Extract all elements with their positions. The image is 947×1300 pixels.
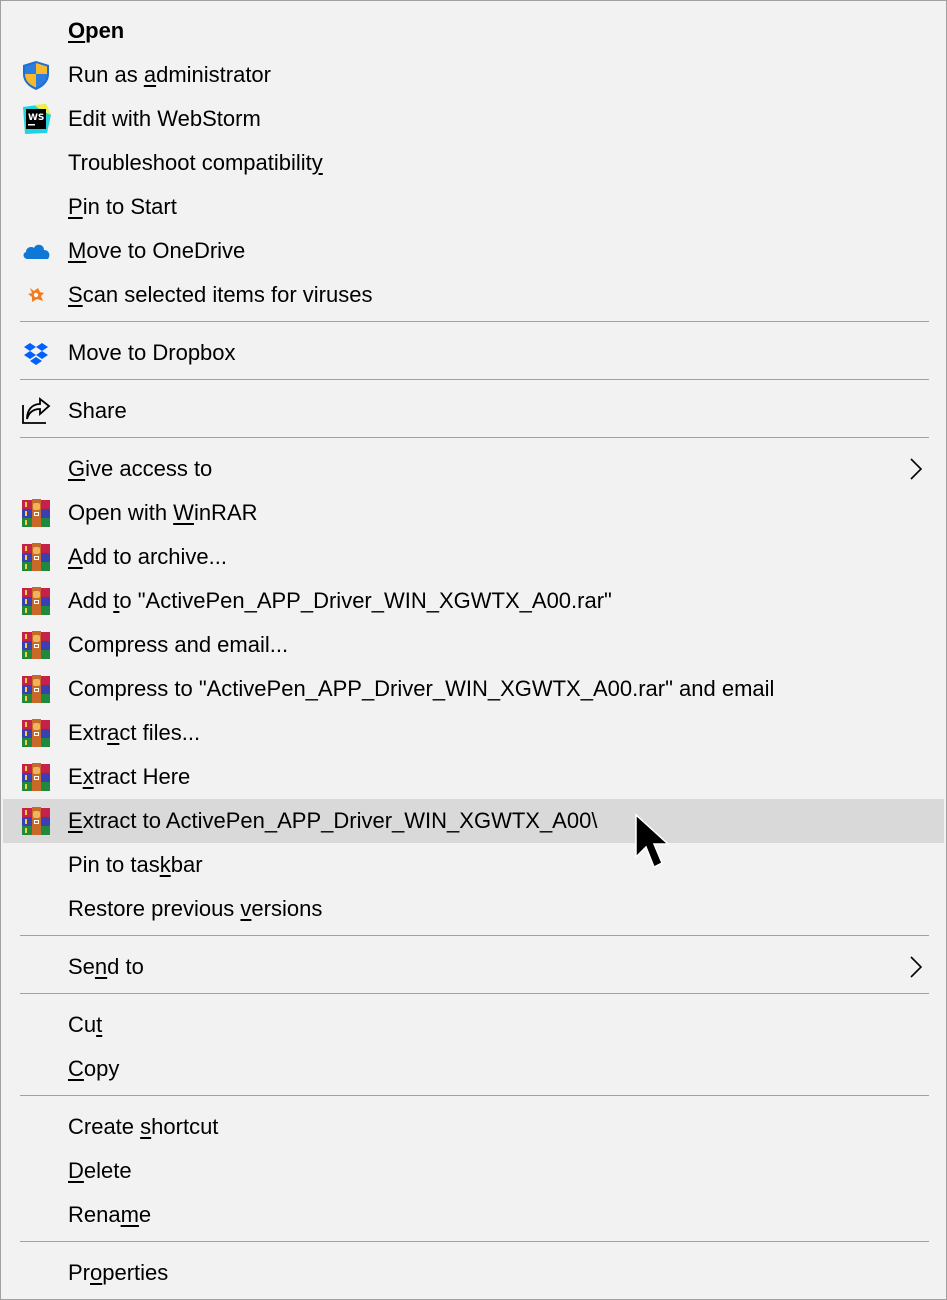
menu-item-label: Share — [68, 398, 127, 423]
menu-item-label: Extract Here — [68, 764, 191, 789]
menu-item-label: Move to Dropbox — [68, 340, 236, 365]
menu-item-label: Rename — [68, 1202, 152, 1227]
menu-item-label: Pin to Start — [68, 194, 177, 219]
menu-item-compress-to-rar-email[interactable]: Compress to "ActivePen_APP_Driver_WIN_XG… — [3, 667, 944, 711]
menu-separator — [20, 321, 929, 322]
menu-item-label: Add to "ActivePen_APP_Driver_WIN_XGWTX_A… — [68, 588, 612, 613]
menu-item-move-onedrive[interactable]: Move to OneDrive — [3, 229, 944, 273]
menu-item-label: Run as administrator — [68, 62, 271, 87]
menu-item-label: Scan selected items for viruses — [68, 282, 373, 307]
menu-item-add-to-rar[interactable]: Add to "ActivePen_APP_Driver_WIN_XGWTX_A… — [3, 579, 944, 623]
menu-item-open[interactable]: Open — [3, 9, 944, 53]
menu-item-pin-taskbar[interactable]: Pin to taskbar — [3, 843, 944, 887]
menu-item-edit-webstorm[interactable]: WS Edit with WebStorm — [3, 97, 944, 141]
menu-item-label: Copy — [68, 1056, 120, 1081]
menu-item-troubleshoot[interactable]: Troubleshoot compatibility — [3, 141, 944, 185]
menu-item-give-access[interactable]: Give access to — [3, 447, 944, 491]
winrar-icon — [20, 673, 52, 705]
menu-item-compress-email[interactable]: Compress and email... — [3, 623, 944, 667]
menu-item-cut[interactable]: Cut — [3, 1003, 944, 1047]
menu-item-properties[interactable]: Properties — [3, 1251, 944, 1295]
menu-separator — [20, 935, 929, 936]
menu-item-copy[interactable]: Copy — [3, 1047, 944, 1091]
winrar-icon — [20, 497, 52, 529]
menu-item-create-shortcut[interactable]: Create shortcut — [3, 1105, 944, 1149]
menu-separator — [20, 379, 929, 380]
svg-text:WS: WS — [28, 113, 44, 123]
winrar-icon — [20, 585, 52, 617]
menu-item-label: Send to — [68, 954, 144, 979]
menu-item-send-to[interactable]: Send to — [3, 945, 944, 989]
menu-separator — [20, 1241, 929, 1242]
menu-item-extract-to-folder[interactable]: Extract to ActivePen_APP_Driver_WIN_XGWT… — [3, 799, 944, 843]
menu-item-open-winrar[interactable]: Open with WinRAR — [3, 491, 944, 535]
menu-item-move-dropbox[interactable]: Move to Dropbox — [3, 331, 944, 375]
menu-separator — [20, 1095, 929, 1096]
menu-item-label: Delete — [68, 1158, 132, 1183]
chevron-right-icon — [909, 457, 923, 481]
menu-item-label: Add to archive... — [68, 544, 227, 569]
menu-item-label: Create shortcut — [68, 1114, 219, 1139]
menu-item-share[interactable]: Share — [3, 389, 944, 433]
menu-separator — [20, 437, 929, 438]
menu-item-label: Give access to — [68, 456, 213, 481]
winrar-icon — [20, 761, 52, 793]
context-menu: Open Run as administrator WS Edit with WebS… — [0, 0, 947, 1300]
menu-separator — [20, 993, 929, 994]
mouse-cursor-icon — [635, 813, 670, 869]
winrar-icon — [20, 805, 52, 837]
menu-item-add-archive[interactable]: Add to archive... — [3, 535, 944, 579]
menu-item-label: Extract to ActivePen_APP_Driver_WIN_XGWT… — [68, 808, 598, 833]
menu-item-label: Open — [68, 18, 125, 43]
share-icon — [20, 395, 52, 427]
menu-item-label: Compress and email... — [68, 632, 289, 657]
chevron-right-icon — [909, 955, 923, 979]
menu-item-pin-start[interactable]: Pin to Start — [3, 185, 944, 229]
menu-item-extract-here[interactable]: Extract Here — [3, 755, 944, 799]
menu-item-scan-viruses[interactable]: Scan selected items for viruses — [3, 273, 944, 317]
menu-item-label: Cut — [68, 1012, 103, 1037]
menu-item-run-as-admin[interactable]: Run as administrator — [3, 53, 944, 97]
menu-item-label: Compress to "ActivePen_APP_Driver_WIN_XG… — [68, 676, 775, 701]
menu-item-restore-versions[interactable]: Restore previous versions — [3, 887, 944, 931]
menu-item-delete[interactable]: Delete — [3, 1149, 944, 1193]
dropbox-icon — [20, 337, 52, 369]
winrar-icon — [20, 717, 52, 749]
menu-item-label: Extract files... — [68, 720, 201, 745]
menu-item-label: Pin to taskbar — [68, 852, 203, 877]
menu-item-label: Open with WinRAR — [68, 500, 258, 525]
menu-item-extract-files[interactable]: Extract files... — [3, 711, 944, 755]
menu-item-label: Properties — [68, 1260, 169, 1285]
webstorm-icon: WS — [20, 103, 52, 135]
menu-item-rename[interactable]: Rename — [3, 1193, 944, 1237]
winrar-icon — [20, 541, 52, 573]
winrar-icon — [20, 629, 52, 661]
uac-shield-icon — [20, 59, 52, 91]
onedrive-icon — [20, 235, 52, 267]
menu-item-label: Restore previous versions — [68, 896, 323, 921]
menu-item-label: Move to OneDrive — [68, 238, 246, 263]
avast-icon — [20, 279, 52, 311]
menu-item-label: Edit with WebStorm — [68, 106, 261, 131]
menu-item-label: Troubleshoot compatibility — [68, 150, 323, 175]
